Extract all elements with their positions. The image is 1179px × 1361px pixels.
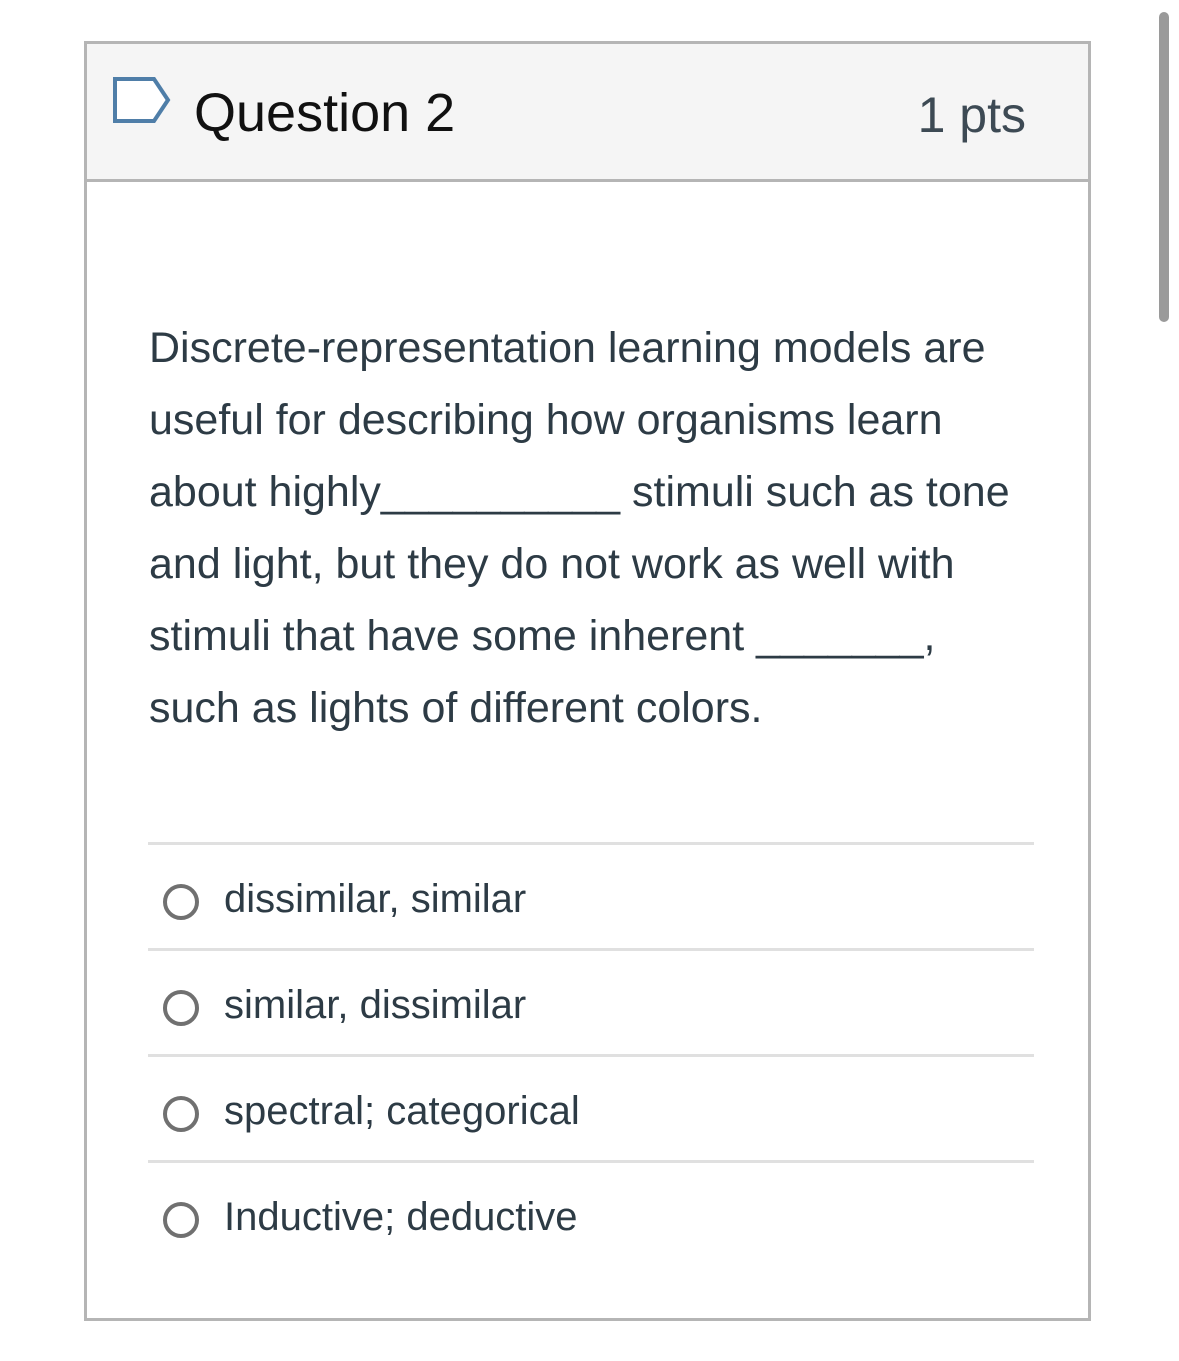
question-text: Discrete-representation learning models … [149, 324, 1010, 732]
question-header: Question 2 1 pts [87, 44, 1088, 182]
question-title: Question 2 [194, 83, 456, 143]
page-scrollbar[interactable] [1159, 12, 1169, 322]
answer-option[interactable]: dissimilar, similar [148, 842, 1034, 948]
flag-question-icon[interactable] [110, 74, 174, 128]
answer-option[interactable]: similar, dissimilar [148, 948, 1034, 1054]
answer-label[interactable]: similar, dissimilar [224, 981, 526, 1029]
answer-option[interactable]: spectral; categorical [148, 1054, 1034, 1160]
answer-label[interactable]: Inductive; deductive [224, 1193, 578, 1241]
question-points: 1 pts [917, 87, 1026, 143]
question-card: Question 2 1 pts Discrete-representation… [84, 41, 1091, 1321]
answer-list: dissimilar, similar similar, dissimilar … [148, 842, 1034, 1266]
radio-unchecked-icon[interactable] [163, 1202, 199, 1238]
radio-unchecked-icon[interactable] [163, 1096, 199, 1132]
radio-unchecked-icon[interactable] [163, 990, 199, 1026]
answer-label[interactable]: dissimilar, similar [224, 875, 526, 923]
radio-unchecked-icon[interactable] [163, 884, 199, 920]
answer-label[interactable]: spectral; categorical [224, 1087, 580, 1135]
answer-option[interactable]: Inductive; deductive [148, 1160, 1034, 1266]
